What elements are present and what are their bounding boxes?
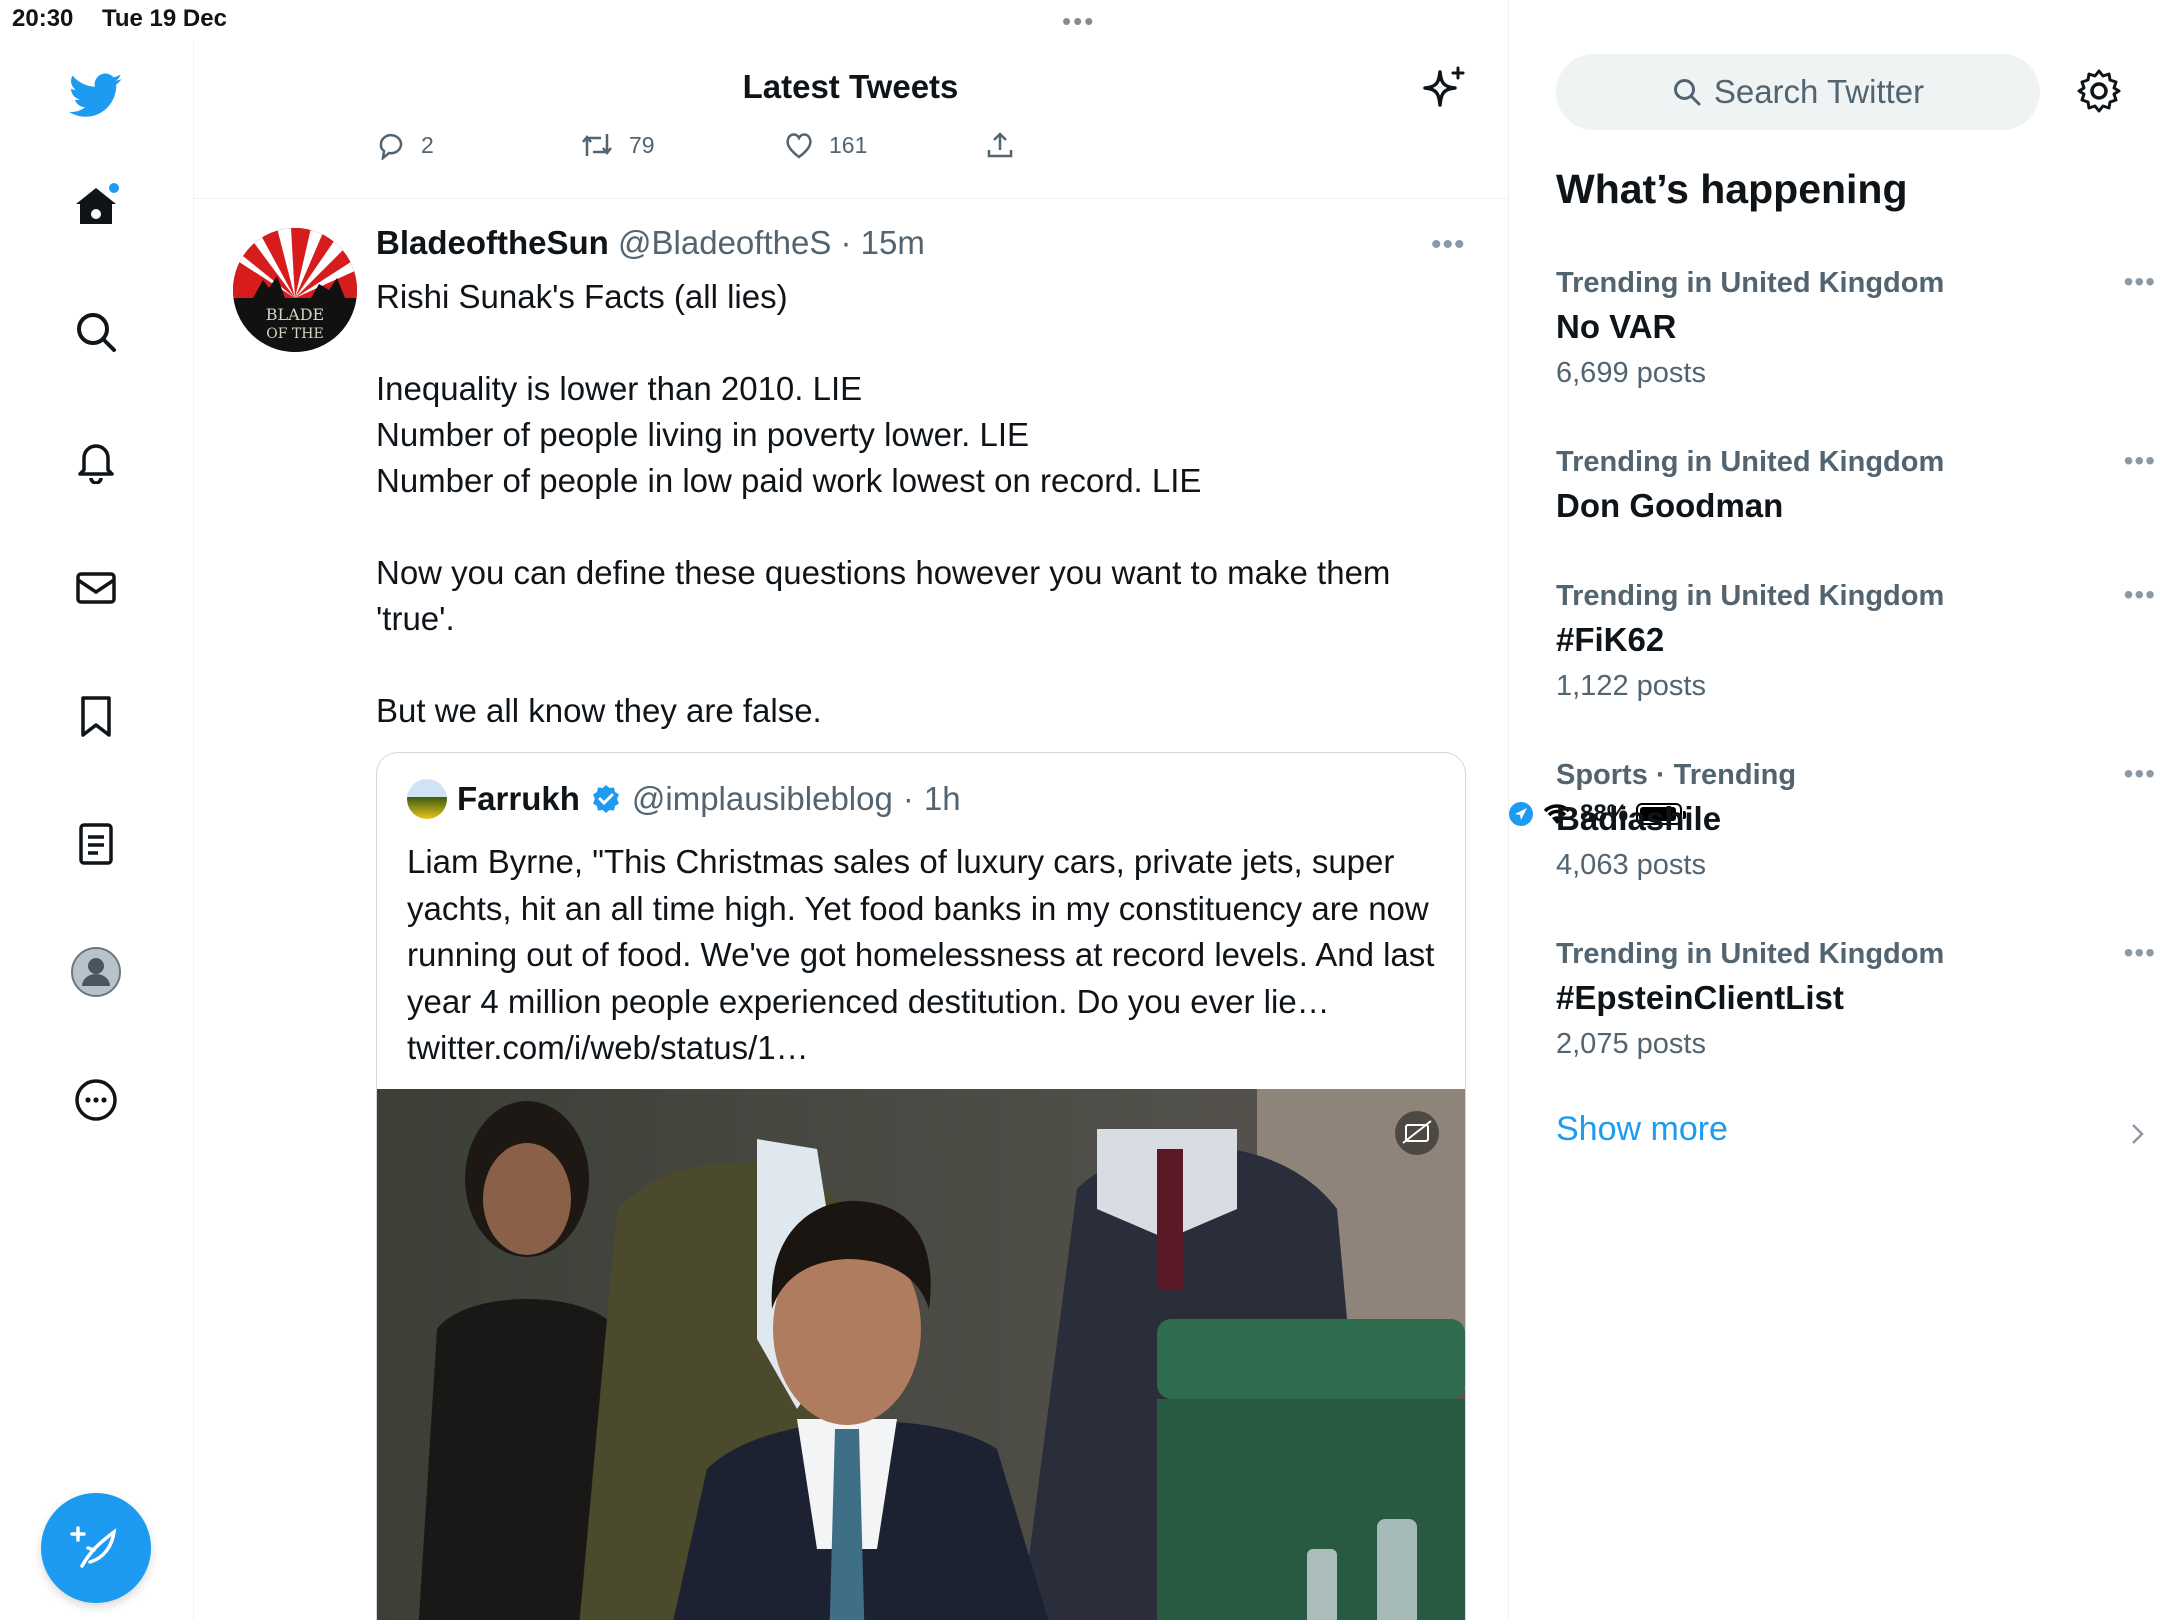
bookmark-icon[interactable] (66, 686, 126, 746)
tweet-text-line: Number of people in low paid work lowest… (376, 462, 1202, 499)
tweet-text-line: Rishi Sunak's Facts (all lies) (376, 278, 788, 315)
tweet-author-name[interactable]: BladeoftheSun (376, 224, 609, 261)
timeline: Latest Tweets 2 79 161 BLADE OF THE Blad… (193, 0, 1509, 1620)
tweet-author-handle[interactable]: @BladeoftheS (618, 224, 831, 261)
right-sidebar: Search Twitter What’s happening Trending… (1508, 0, 2160, 1620)
trend-more-icon[interactable]: ••• (2124, 937, 2156, 969)
quoted-tweet-header: Farrukh @implausibleblog · 1h (407, 779, 961, 819)
trend-item[interactable]: Trending in United Kingdom No VAR 6,699 … (1556, 264, 2155, 394)
quoted-author-handle: @implausibleblog (631, 780, 893, 817)
trend-context: Trending in United Kingdom (1556, 446, 1945, 478)
trend-item[interactable]: Trending in United Kingdom #FiK62 1,122 … (1556, 577, 2155, 707)
reply-count: 2 (421, 131, 434, 158)
divider (193, 198, 1508, 199)
reply-button[interactable]: 2 (375, 130, 434, 160)
tweet-author-avatar[interactable]: BLADE OF THE (233, 228, 357, 352)
tweet-text: Rishi Sunak's Facts (all lies) Inequalit… (376, 274, 1456, 734)
trend-more-icon[interactable]: ••• (2124, 758, 2156, 790)
trend-name: Don Goodman (1556, 487, 1784, 524)
more-options-icon[interactable] (66, 1070, 126, 1130)
bell-icon[interactable] (66, 430, 126, 490)
trend-count: 4,063 posts (1556, 849, 1706, 881)
avatar-text: BLADE (266, 305, 324, 324)
compose-tweet-button[interactable] (41, 1493, 151, 1603)
settings-gear-icon[interactable] (2076, 68, 2122, 119)
reply-icon (379, 133, 403, 160)
trend-count: 1,122 posts (1556, 670, 1706, 702)
trend-name: #FiK62 (1556, 621, 1665, 658)
heart-icon (786, 133, 812, 159)
trend-name: #EpsteinClientList (1556, 979, 1844, 1016)
trend-name: No VAR (1556, 308, 1677, 345)
like-button[interactable]: 161 (783, 130, 867, 160)
svg-text:OF THE: OF THE (266, 326, 323, 342)
captions-icon[interactable] (1395, 1111, 1439, 1155)
search-icon[interactable] (66, 302, 126, 362)
quoted-tweet[interactable]: Farrukh @implausibleblog · 1h Liam Byrne, … (376, 752, 1466, 1620)
tweet-timestamp[interactable]: 15m (861, 224, 925, 261)
trend-item[interactable]: Trending in United Kingdom Don Goodman •… (1556, 443, 2155, 531)
retweet-icon (582, 134, 612, 156)
tweet-text-line: Number of people living in poverty lower… (376, 416, 1030, 453)
tweet-text-line: Inequality is lower than 2010. LIE (376, 370, 863, 407)
verified-badge-icon (592, 785, 619, 813)
tweet-text-line: But we all know they are false. (376, 692, 822, 729)
home-icon[interactable] (66, 176, 126, 236)
search-placeholder: Search Twitter (1713, 73, 1925, 110)
retweet-button[interactable]: 79 (579, 130, 655, 160)
mail-icon[interactable] (66, 558, 126, 618)
lists-icon[interactable] (66, 814, 126, 874)
trend-context: Trending in United Kingdom (1556, 580, 1945, 612)
trend-more-icon[interactable]: ••• (2124, 445, 2156, 477)
tweet-more-icon[interactable]: ••• (1431, 228, 1466, 262)
show-more-label: Show more (1556, 1110, 1728, 1148)
page-title: Latest Tweets (742, 68, 959, 105)
status-time: 20:30 (12, 5, 74, 32)
trend-context: Sports · Trending (1556, 759, 1797, 791)
like-count: 161 (829, 131, 868, 158)
profile-avatar-icon[interactable] (66, 942, 126, 1002)
quoted-tweet-video[interactable] (377, 1089, 1465, 1620)
sparkle-icon[interactable] (1420, 64, 1470, 119)
twitter-logo-icon[interactable] (66, 66, 126, 126)
video-frame-image (377, 1089, 1465, 1620)
trend-item[interactable]: Trending in United Kingdom #EpsteinClien… (1556, 935, 2155, 1065)
trend-context: Trending in United Kingdom (1556, 938, 1945, 970)
search-icon (1673, 79, 1701, 106)
trend-more-icon[interactable]: ••• (2124, 579, 2156, 611)
share-icon (987, 132, 1013, 158)
trend-context: Trending in United Kingdom (1556, 267, 1945, 299)
quoted-author-name: Farrukh (457, 780, 580, 817)
trend-more-icon[interactable]: ••• (2124, 266, 2156, 298)
trend-item[interactable]: Sports · Trending Badiashile 4,063 posts… (1556, 756, 2155, 886)
whats-happening-heading: What’s happening (1556, 166, 1908, 212)
quoted-tweet-timestamp: 1h (923, 780, 961, 817)
retweet-count: 79 (629, 131, 655, 158)
previous-tweet-actions: 2 79 161 (193, 130, 1508, 170)
trend-count: 6,699 posts (1556, 357, 1706, 389)
quoted-tweet-text: Liam Byrne, "This Christmas sales of lux… (407, 843, 1435, 1066)
tweet-author-line: BladeoftheSun @BladeoftheS · 15m (376, 224, 925, 261)
tweet-text-line: Now you can define these questions howev… (376, 554, 1391, 637)
chevron-right-icon (2132, 1124, 2144, 1144)
quoted-author-avatar (407, 779, 447, 819)
compose-icon (70, 1526, 117, 1568)
search-input[interactable]: Search Twitter (1556, 54, 2040, 130)
trend-name: Badiashile (1556, 800, 1722, 837)
left-nav (0, 40, 194, 1620)
show-more-link[interactable]: Show more (1556, 1110, 2144, 1149)
trend-count: 2,075 posts (1556, 1028, 1706, 1060)
share-button[interactable] (985, 130, 1015, 160)
